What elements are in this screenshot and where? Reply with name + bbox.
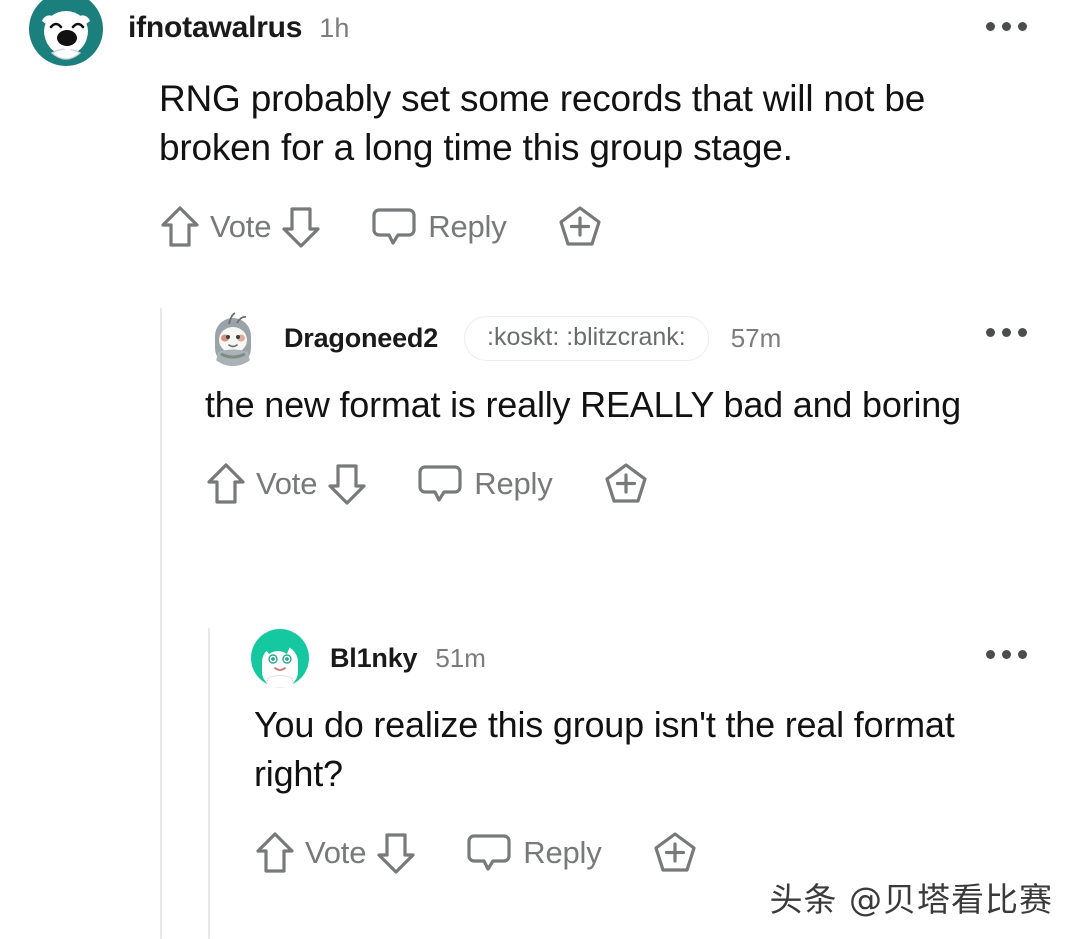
reply-group: Reply — [417, 463, 553, 505]
vote-group: Vote — [254, 830, 417, 876]
comment-timestamp: 51m — [435, 642, 486, 673]
downvote-arrow-icon[interactable] — [326, 461, 368, 507]
award-plus-pentagon-icon[interactable] — [603, 461, 649, 507]
comment-action-bar: Vote Reply — [254, 830, 1071, 876]
comment-header: Dragoneed2 :koskt: :blitzcrank: 57m — [205, 310, 1071, 366]
comment-username[interactable]: Dragoneed2 — [284, 323, 438, 354]
comment-timestamp: 57m — [730, 322, 782, 353]
comment-header: ifnotawalrus 1h — [28, 0, 1071, 66]
reply-group: Reply — [466, 832, 602, 874]
comment-thread-screen: ifnotawalrus 1h RNG probably set some re… — [0, 0, 1071, 939]
speech-bubble-icon[interactable] — [371, 206, 417, 248]
award-plus-pentagon-icon[interactable] — [652, 830, 698, 876]
upvote-arrow-icon[interactable] — [205, 461, 247, 507]
thread-line-depth-2[interactable] — [208, 628, 210, 939]
award-plus-pentagon-icon[interactable] — [557, 204, 603, 250]
user-flair-badge[interactable]: :koskt: :blitzcrank: — [464, 315, 709, 361]
downvote-arrow-icon[interactable] — [280, 204, 322, 250]
comment-action-bar: Vote Reply — [159, 204, 1071, 250]
vote-group: Vote — [159, 204, 322, 250]
vote-label[interactable]: Vote — [210, 209, 271, 245]
avatar-bl1nky[interactable] — [250, 628, 310, 688]
watermark: 头条 @贝塔看比赛 — [769, 880, 1053, 919]
vote-label[interactable]: Vote — [256, 466, 317, 502]
comment-body: You do realize this group isn't the real… — [254, 704, 955, 794]
more-options-icon[interactable] — [986, 650, 1027, 659]
reply-label[interactable]: Reply — [523, 835, 601, 871]
comment-header: Bl1nky 51m — [250, 628, 1071, 688]
comment-username[interactable]: ifnotawalrus — [128, 11, 302, 45]
comment-body: the new format is really REALLY bad and … — [205, 384, 961, 425]
upvote-arrow-icon[interactable] — [254, 830, 296, 876]
vote-group: Vote — [205, 461, 368, 507]
comment-timestamp: 1h — [319, 12, 350, 43]
comment-action-bar: Vote Reply — [205, 461, 1071, 507]
comment-username[interactable]: Bl1nky — [330, 643, 418, 674]
speech-bubble-icon[interactable] — [466, 832, 512, 874]
avatar-ifnotawalrus[interactable] — [28, 0, 104, 67]
comment-reply-2: Bl1nky 51m You do realize this group isn… — [250, 628, 1071, 876]
reply-label[interactable]: Reply — [428, 209, 506, 245]
more-options-icon[interactable] — [986, 22, 1027, 31]
downvote-arrow-icon[interactable] — [375, 830, 417, 876]
more-options-icon[interactable] — [986, 328, 1027, 337]
avatar-dragoneed2[interactable] — [205, 310, 261, 366]
upvote-arrow-icon[interactable] — [159, 204, 201, 250]
comment-reply-1: Dragoneed2 :koskt: :blitzcrank: 57m the … — [205, 310, 1071, 507]
reply-label[interactable]: Reply — [474, 466, 552, 502]
speech-bubble-icon[interactable] — [417, 463, 463, 505]
thread-line-depth-1[interactable] — [160, 308, 162, 939]
vote-label[interactable]: Vote — [305, 835, 366, 871]
comment-root: ifnotawalrus 1h RNG probably set some re… — [28, 0, 1071, 250]
reply-group: Reply — [371, 206, 507, 248]
comment-body: RNG probably set some records that will … — [159, 78, 926, 168]
